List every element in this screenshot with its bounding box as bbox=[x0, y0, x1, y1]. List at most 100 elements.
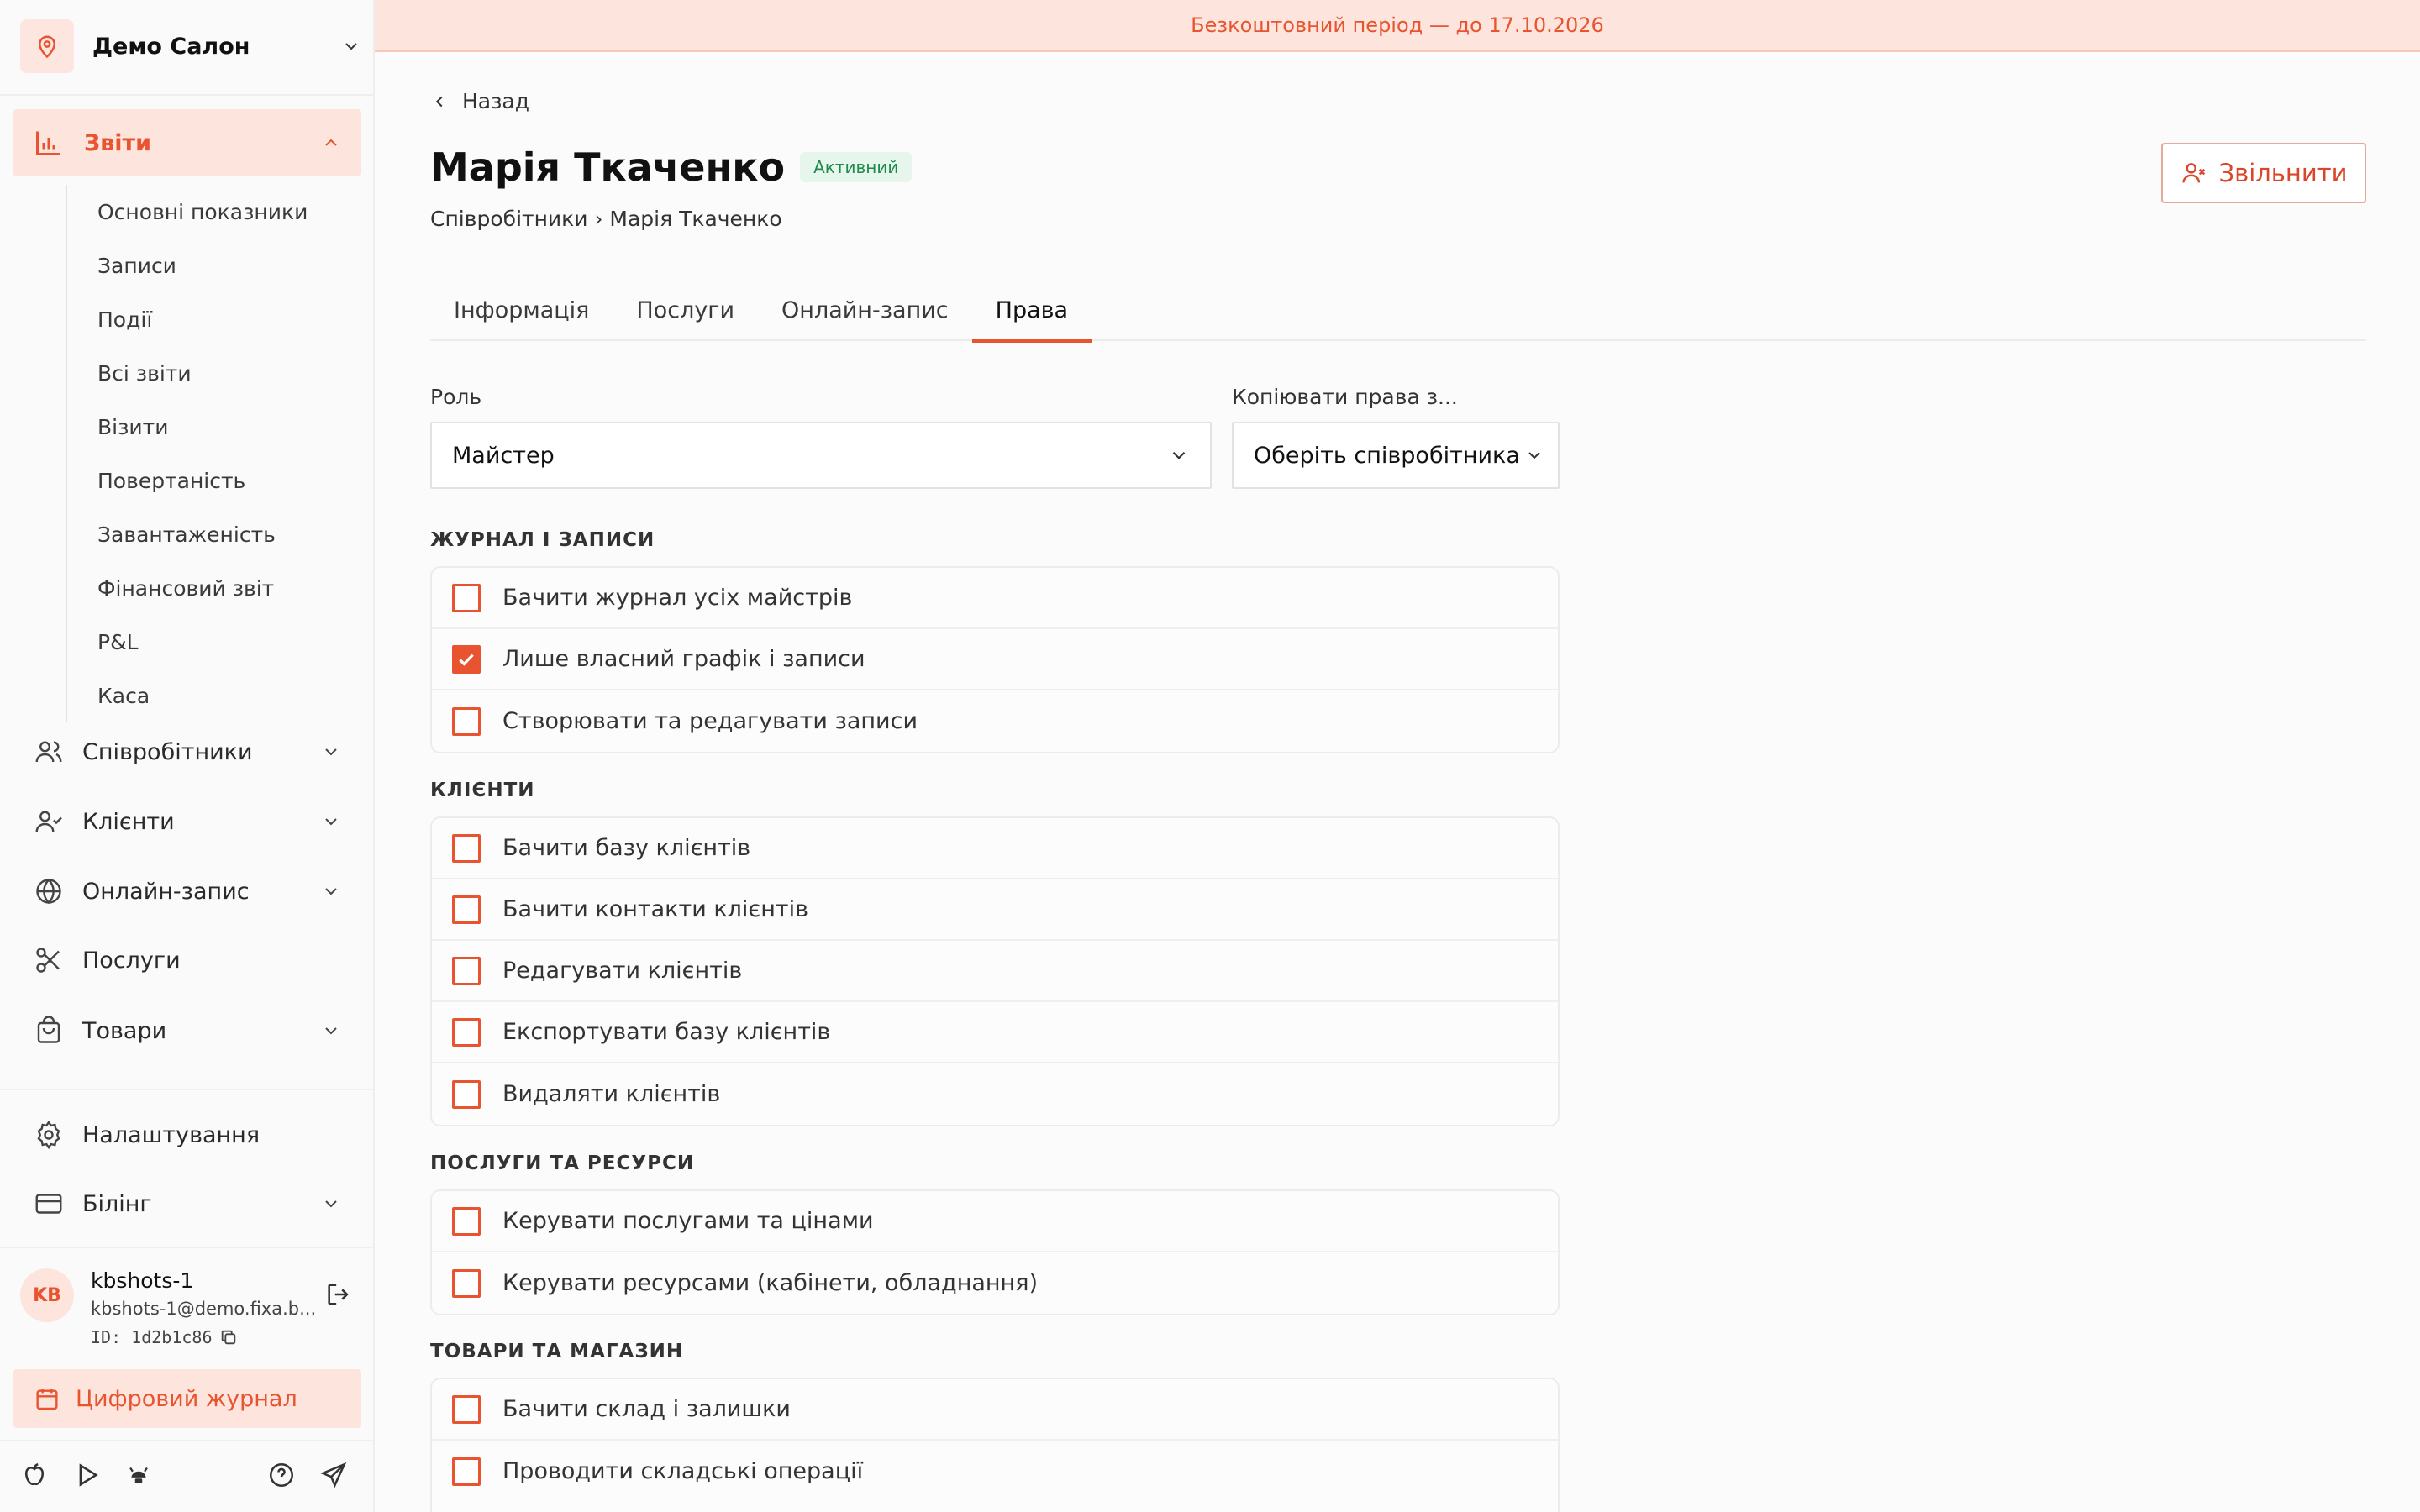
location-pin-icon bbox=[20, 19, 74, 73]
checkbox[interactable] bbox=[452, 583, 481, 612]
sidebar-item-settings[interactable]: Налаштування bbox=[13, 1105, 361, 1164]
copy-rights-value: Оберіть співробітника bbox=[1254, 442, 1520, 469]
page-title: Марія Ткаченко bbox=[430, 144, 786, 190]
permission-row[interactable]: Бачити базу клієнтів bbox=[432, 818, 1558, 879]
tab-services[interactable]: Послуги bbox=[613, 279, 758, 341]
salon-switcher[interactable]: Демо Салон bbox=[20, 19, 361, 73]
play-icon[interactable] bbox=[72, 1461, 101, 1489]
submenu-item[interactable]: Повертаність bbox=[67, 454, 361, 507]
checkbox[interactable] bbox=[452, 1079, 481, 1109]
sidebar-item-reports[interactable]: Звіти bbox=[13, 109, 361, 176]
chevron-down-icon bbox=[325, 888, 337, 895]
submenu-item[interactable]: P&L bbox=[67, 615, 361, 669]
permission-label: Бачити контакти клієнтів bbox=[502, 896, 809, 922]
trial-banner: Безкоштовний період — до 17.10.2026 bbox=[375, 0, 2420, 52]
permission-row[interactable]: Проводити складські операції bbox=[432, 1441, 1558, 1502]
permission-row[interactable]: Експортувати базу клієнтів bbox=[432, 1002, 1558, 1063]
permission-row[interactable]: Бачити журнал усіх майстрів bbox=[432, 568, 1558, 629]
back-label: Назад bbox=[462, 89, 530, 113]
tab-info[interactable]: Інформація bbox=[430, 279, 613, 341]
checkbox[interactable] bbox=[452, 1206, 481, 1236]
permission-row[interactable]: Керувати послугами та цінами bbox=[432, 1191, 1558, 1252]
submenu-item[interactable]: Візити bbox=[67, 400, 361, 454]
chevron-down-icon bbox=[345, 43, 357, 50]
permission-row[interactable]: Лише власний графік і записи bbox=[432, 629, 1558, 690]
user-profile: KB kbshots-1 kbshots-1@demo.fixa.b... ID… bbox=[20, 1263, 361, 1354]
permission-label: Бачити базу клієнтів bbox=[502, 835, 751, 861]
back-link[interactable]: Назад bbox=[430, 89, 529, 113]
permission-row[interactable]: Створювати та редагувати записи bbox=[432, 690, 1558, 752]
checkbox[interactable] bbox=[452, 1457, 481, 1486]
section-title-journal: ЖУРНАЛ І ЗАПИСИ bbox=[430, 529, 655, 551]
digital-journal-button[interactable]: Цифровий журнал bbox=[13, 1369, 361, 1428]
chevron-down-icon bbox=[325, 818, 337, 826]
apple-icon[interactable] bbox=[20, 1461, 49, 1489]
permission-label: Бачити склад і залишки bbox=[502, 1396, 791, 1422]
sidebar-item-services[interactable]: Послуги bbox=[13, 931, 361, 990]
permission-row[interactable]: Керувати ресурсами (кабінети, обладнання… bbox=[432, 1252, 1558, 1314]
submenu-item[interactable]: Основні показники bbox=[67, 185, 361, 239]
calendar-icon bbox=[36, 1389, 58, 1410]
sidebar-item-online-booking[interactable]: Онлайн-запис bbox=[13, 862, 361, 921]
permission-row[interactable]: Бачити склад і залишки bbox=[432, 1379, 1558, 1441]
android-icon[interactable] bbox=[124, 1461, 153, 1489]
dismiss-label: Звільнити bbox=[2218, 159, 2348, 187]
permission-row[interactable]: Видаляти клієнтів bbox=[432, 1063, 1558, 1125]
tab-online-booking[interactable]: Онлайн-запис bbox=[758, 279, 972, 341]
send-icon[interactable] bbox=[319, 1461, 348, 1489]
permission-row[interactable]: Бачити контакти клієнтів bbox=[432, 879, 1558, 941]
submenu-item[interactable]: Завантаженість bbox=[67, 507, 361, 561]
sidebar-item-label: Онлайн-запис bbox=[82, 878, 250, 905]
permission-label: Керувати послугами та цінами bbox=[502, 1208, 874, 1234]
chevron-down-icon bbox=[325, 1200, 337, 1208]
check-icon bbox=[459, 653, 474, 666]
credit-card-icon bbox=[35, 1194, 62, 1214]
submenu-item[interactable]: Події bbox=[67, 292, 361, 346]
checkbox[interactable] bbox=[452, 1394, 481, 1424]
breadcrumb[interactable]: Співробітники › Марія Ткаченко bbox=[430, 207, 782, 231]
divider bbox=[0, 94, 375, 96]
divider bbox=[0, 1440, 375, 1441]
checkbox[interactable] bbox=[452, 706, 481, 736]
digital-journal-label: Цифровий журнал bbox=[76, 1385, 297, 1412]
checkbox[interactable] bbox=[452, 895, 481, 924]
checkbox-checked[interactable] bbox=[452, 644, 481, 674]
submenu-item[interactable]: Всі звіти bbox=[67, 346, 361, 400]
sidebar-item-label: Клієнти bbox=[82, 808, 175, 835]
submenu-item[interactable]: Записи bbox=[67, 239, 361, 292]
permission-row[interactable]: Редагувати клієнтів bbox=[432, 941, 1558, 1002]
copy-rights-select[interactable]: Оберіть співробітника bbox=[1232, 422, 1560, 489]
chevron-down-icon bbox=[325, 1027, 337, 1035]
submenu-item[interactable]: Каса bbox=[67, 669, 361, 722]
dismiss-employee-button[interactable]: Звільнити bbox=[2161, 143, 2366, 203]
submenu-item[interactable]: Фінансовий звіт bbox=[67, 561, 361, 615]
sidebar-item-employees[interactable]: Співробітники bbox=[13, 722, 361, 781]
chevron-up-icon bbox=[325, 139, 337, 146]
tab-bar: Інформація Послуги Онлайн-запис Права bbox=[430, 279, 2366, 343]
trial-banner-text: Безкоштовний період — до 17.10.2026 bbox=[1191, 13, 1604, 37]
permission-label: Створювати та редагувати записи bbox=[502, 708, 918, 734]
logout-icon[interactable] bbox=[324, 1280, 353, 1309]
copy-icon[interactable] bbox=[219, 1328, 238, 1347]
sidebar-item-label: Звіти bbox=[84, 129, 152, 156]
tab-permissions[interactable]: Права bbox=[971, 279, 1092, 343]
help-icon[interactable] bbox=[267, 1461, 296, 1489]
permission-group-products: Бачити склад і залишки Проводити складсь… bbox=[430, 1378, 1560, 1512]
permission-label: Бачити журнал усіх майстрів bbox=[502, 585, 853, 611]
scissors-icon bbox=[36, 948, 60, 973]
user-id: ID: 1d2b1c86 bbox=[91, 1327, 213, 1347]
role-select[interactable]: Майстер bbox=[430, 422, 1212, 489]
sidebar-item-billing[interactable]: Білінг bbox=[13, 1174, 361, 1233]
checkbox[interactable] bbox=[452, 1017, 481, 1047]
salon-name: Демо Салон bbox=[92, 33, 250, 60]
checkbox[interactable] bbox=[452, 956, 481, 985]
permission-label: Лише власний графік і записи bbox=[502, 646, 865, 672]
sidebar-item-products[interactable]: Товари bbox=[13, 1001, 361, 1060]
divider bbox=[0, 1089, 375, 1090]
checkbox[interactable] bbox=[452, 833, 481, 863]
permission-group-journal: Бачити журнал усіх майстрів Лише власний… bbox=[430, 566, 1560, 753]
permission-label: Експортувати базу клієнтів bbox=[502, 1019, 831, 1045]
permission-label: Проводити складські операції bbox=[502, 1458, 864, 1484]
sidebar-item-clients[interactable]: Клієнти bbox=[13, 792, 361, 851]
checkbox[interactable] bbox=[452, 1268, 481, 1298]
